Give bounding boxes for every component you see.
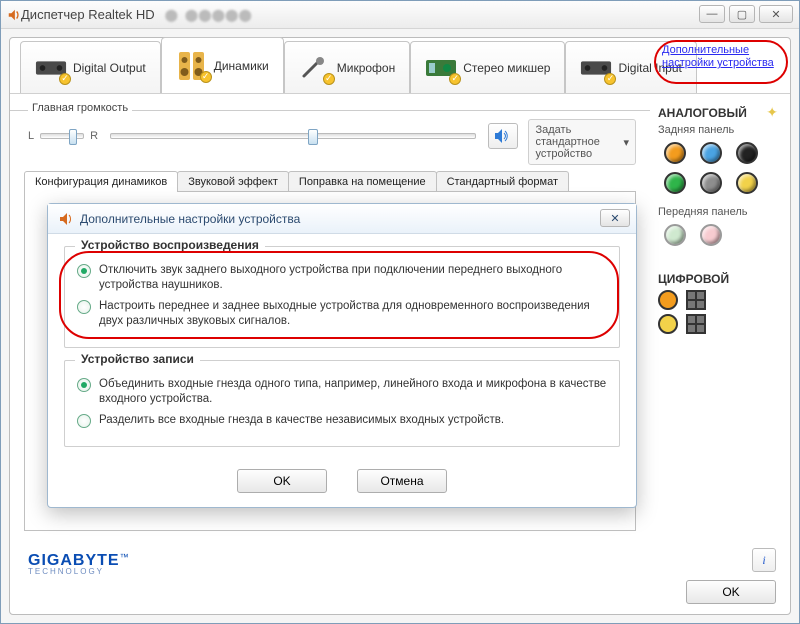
mute-button[interactable] [488, 123, 518, 149]
tab-stereo-mixer[interactable]: ✓ Стерео микшер [410, 41, 565, 93]
jack-grey[interactable] [700, 172, 722, 194]
set-default-device-button[interactable]: Задать стандартное устройство ▾ [528, 119, 636, 165]
brand-logo: GIGABYTE™ TECHNOLOGY [28, 552, 130, 576]
dialog-titlebar: Дополнительные настройки устройства ✕ [48, 204, 636, 234]
subtab-default-format[interactable]: Стандартный формат [436, 171, 569, 192]
jack-black[interactable] [736, 142, 758, 164]
radio-button[interactable] [77, 414, 91, 428]
optical-out-icon[interactable] [686, 290, 706, 310]
front-panel-label: Передняя панель [658, 206, 782, 218]
subtab-sound-effect[interactable]: Звуковой эффект [177, 171, 289, 192]
chevron-down-icon: ▾ [623, 136, 629, 149]
analog-section-title: АНАЛОГОВЫЙ [658, 106, 782, 120]
amplifier-icon: ✓ [580, 55, 612, 81]
front-panel-jacks [658, 224, 782, 246]
jack-green[interactable] [664, 172, 686, 194]
digital-jack-yellow[interactable] [658, 314, 678, 334]
balance-slider[interactable] [40, 133, 84, 139]
recording-fieldset: Устройство записи Объединить входные гне… [64, 360, 620, 447]
tab-label: Динамики [214, 59, 269, 73]
microphone-icon: ✓ [299, 55, 331, 81]
playback-legend: Устройство воспроизведения [75, 238, 265, 252]
option-label: Объединить входные гнезда одного типа, н… [99, 377, 607, 407]
tab-microphone[interactable]: ✓ Микрофон [284, 41, 410, 93]
playback-fieldset: Устройство воспроизведения Отключить зву… [64, 246, 620, 348]
back-panel-label: Задняя панель [658, 124, 782, 136]
advanced-settings-dialog: Дополнительные настройки устройства ✕ Ус… [47, 203, 637, 508]
option-label: Разделить все входные гнезда в качестве … [99, 413, 504, 428]
radio-button[interactable] [77, 378, 91, 392]
volume-icon [494, 128, 512, 144]
recording-option-2[interactable]: Разделить все входные гнезда в качестве … [77, 413, 607, 428]
balance-l-label: L [28, 130, 34, 142]
jack-yellow[interactable] [736, 172, 758, 194]
minimize-button[interactable]: — [699, 5, 725, 23]
dialog-ok-button[interactable]: OK [237, 469, 327, 493]
dialog-close-button[interactable]: ✕ [600, 209, 630, 227]
soundcard-icon: ✓ [425, 55, 457, 81]
jack-orange[interactable] [664, 142, 686, 164]
speakers-icon: ✓ [176, 53, 208, 79]
sub-tabbar: Конфигурация динамиков Звуковой эффект П… [24, 171, 636, 192]
option-label: Настроить переднее и заднее выходные уст… [99, 299, 607, 329]
playback-option-1[interactable]: Отключить звук заднего выходного устройс… [77, 263, 607, 293]
advanced-settings-link[interactable]: Дополнительные настройки устройства [662, 44, 782, 70]
digital-jack-orange[interactable] [658, 290, 678, 310]
radio-button[interactable] [77, 264, 91, 278]
amplifier-icon: ✓ [35, 55, 67, 81]
radio-button[interactable] [77, 300, 91, 314]
titlebar: Диспетчер Realtek HD ⬤ ⬤⬤⬤⬤⬤ — ▢ ✕ [1, 1, 799, 29]
jack-front-pink[interactable] [700, 224, 722, 246]
window-title: Диспетчер Realtek HD [21, 7, 155, 22]
dialog-cancel-button[interactable]: Отмена [357, 469, 447, 493]
volume-group-label: Главная громкость [28, 102, 132, 114]
recording-legend: Устройство записи [75, 352, 200, 366]
speaker-icon [7, 8, 21, 22]
volume-slider[interactable] [110, 133, 476, 139]
playback-option-2[interactable]: Настроить переднее и заднее выходные уст… [77, 299, 607, 329]
blurred-secondary-title: ⬤ ⬤⬤⬤⬤⬤ [165, 8, 252, 22]
jack-blue[interactable] [700, 142, 722, 164]
digital-section-title: ЦИФРОВОЙ [658, 272, 782, 286]
subtab-room-correction[interactable]: Поправка на помещение [288, 171, 437, 192]
speaker-icon [58, 211, 74, 227]
recording-option-1[interactable]: Объединить входные гнезда одного типа, н… [77, 377, 607, 407]
subtab-speaker-config[interactable]: Конфигурация динамиков [24, 171, 178, 192]
tab-label: Микрофон [337, 61, 395, 75]
app-window: Диспетчер Realtek HD ⬤ ⬤⬤⬤⬤⬤ — ▢ ✕ Допол… [0, 0, 800, 624]
optical-in-icon[interactable] [686, 314, 706, 334]
info-button[interactable]: i [752, 548, 776, 572]
tab-label: Стерео микшер [463, 61, 550, 75]
maximize-button[interactable]: ▢ [729, 5, 755, 23]
sparkle-icon: ✦ [766, 104, 778, 121]
dialog-title: Дополнительные настройки устройства [80, 212, 300, 226]
balance-r-label: R [90, 130, 98, 142]
tab-label: Digital Output [73, 61, 146, 75]
option-label: Отключить звук заднего выходного устройс… [99, 263, 607, 293]
main-ok-button[interactable]: OK [686, 580, 776, 604]
tab-digital-output[interactable]: ✓ Digital Output [20, 41, 161, 93]
button-label: Задать стандартное устройство [535, 124, 617, 160]
right-panel: ✦ АНАЛОГОВЫЙ Задняя панель Передняя пане… [650, 94, 790, 614]
jack-front-green[interactable] [664, 224, 686, 246]
back-panel-jacks [658, 142, 782, 194]
close-button[interactable]: ✕ [759, 5, 793, 23]
tab-speakers[interactable]: ✓ Динамики [161, 37, 284, 93]
